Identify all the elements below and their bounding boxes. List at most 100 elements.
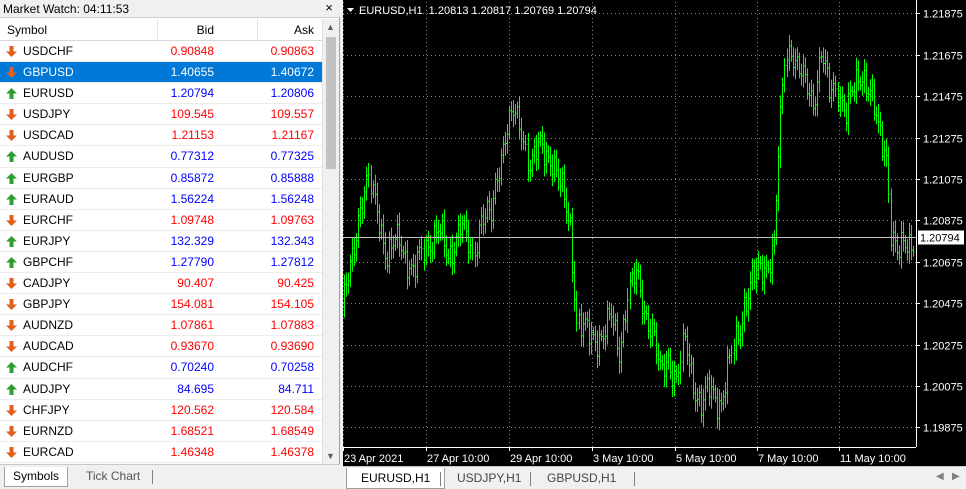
scroll-left-icon[interactable]: ◀ [936, 471, 944, 482]
market-watch-tabs: Symbols Tick Chart [0, 464, 340, 489]
arrow-up-icon [6, 362, 17, 374]
symbol-row[interactable]: GBPUSD 1.40655 1.40672 [0, 62, 322, 84]
symbol-name: AUDNZD [23, 318, 73, 333]
y-tick-label: 1.21675 [923, 51, 963, 63]
ohlc-bar [808, 82, 811, 107]
arrow-down-icon [6, 320, 17, 332]
symbol-row[interactable]: EURCAD 1.46348 1.46378 [0, 442, 322, 463]
symbol-row[interactable]: EURGBP 0.85872 0.85888 [0, 168, 322, 189]
symbol-row[interactable]: AUDNZD 1.07861 1.07883 [0, 315, 322, 337]
ohlc-bar [845, 102, 848, 132]
y-tick-label: 1.19875 [923, 423, 963, 435]
ohlc-bar [820, 51, 823, 64]
ohlc-bar [694, 382, 697, 412]
ohlc-bar [520, 117, 523, 151]
ohlc-bar [488, 191, 491, 220]
symbol-name: CADJPY [23, 276, 71, 291]
symbol-row[interactable]: EURNZD 1.68521 1.68549 [0, 421, 322, 442]
ohlc-bar [900, 220, 903, 269]
ohlc-bar [712, 377, 715, 400]
symbol-row[interactable]: EURJPY 132.329 132.343 [0, 231, 322, 252]
column-divider[interactable] [157, 19, 158, 41]
ohlc-bar [737, 321, 740, 345]
ohlc-bar [565, 187, 568, 224]
ohlc-bar [843, 93, 846, 117]
scroll-right-icon[interactable]: ▶ [952, 471, 960, 482]
ohlc-bar [667, 347, 670, 370]
symbol-name: USDCHF [23, 44, 73, 58]
column-header-bid[interactable]: Bid [197, 23, 214, 37]
ask-price: 0.93690 [270, 339, 314, 354]
symbol-row[interactable]: CADJPY 90.407 90.425 [0, 273, 322, 295]
ohlc-bar [392, 235, 395, 259]
symbol-row[interactable]: GBPCHF 1.27790 1.27812 [0, 252, 322, 274]
bid-price: 1.46348 [170, 444, 214, 459]
ohlc-bar [502, 136, 505, 164]
chart-menu-icon[interactable] [347, 8, 354, 12]
chart-canvas[interactable]: 1.21875 1.21675 1.21475 1.21275 1.21075 1.208… [343, 0, 966, 466]
column-header-ask[interactable]: Ask [294, 23, 314, 37]
ohlc-bar [412, 253, 415, 278]
ohlc-bar [557, 158, 560, 191]
scroll-down-icon[interactable]: ▼ [326, 451, 335, 461]
ohlc-bar [735, 315, 738, 361]
symbol-row[interactable]: USDCHF 0.90848 0.90863 [0, 41, 322, 63]
ohlc-bar [461, 215, 464, 243]
y-tick-label: 1.20475 [923, 299, 963, 311]
ohlc-bar [516, 101, 519, 119]
scroll-up-icon[interactable]: ▲ [326, 22, 335, 32]
symbol-row[interactable]: AUDUSD 0.77312 0.77325 [0, 146, 322, 168]
ohlc-bar [657, 342, 660, 372]
tab-tick-chart[interactable]: Tick Chart [78, 467, 148, 487]
ohlc-bar [553, 149, 556, 183]
ohlc-bar [841, 86, 844, 112]
ask-price: 1.21167 [271, 128, 315, 143]
symbol-row[interactable]: EURCHF 1.09748 1.09763 [0, 210, 322, 231]
ohlc-bar [871, 74, 874, 102]
ohlc-bar [374, 174, 377, 205]
chart-tab-usdjpy[interactable]: USDJPY,H1 [443, 468, 535, 489]
market-watch-title-bar: Market Watch: 04:11:53 × [0, 0, 340, 18]
y-tick-label: 1.20675 [923, 258, 963, 270]
ohlc-bar [718, 389, 721, 431]
scrollbar-thumb[interactable] [326, 37, 336, 169]
ohlc-bar [633, 262, 636, 294]
symbol-row[interactable]: USDCAD 1.21153 1.21167 [0, 125, 322, 147]
arrow-up-icon [6, 383, 17, 395]
symbol-row[interactable]: CHFJPY 120.562 120.584 [0, 400, 322, 421]
symbol-row[interactable]: AUDJPY 84.695 84.711 [0, 379, 322, 400]
ohlc-bar [651, 313, 654, 347]
ohlc-bar [410, 258, 413, 276]
symbol-row[interactable]: EURUSD 1.20794 1.20806 [0, 83, 322, 105]
tab-symbols[interactable]: Symbols [4, 467, 69, 487]
ohlc-bar [512, 99, 515, 128]
symbol-row[interactable]: AUDCHF 0.70240 0.70258 [0, 357, 322, 379]
ohlc-bar [690, 354, 693, 374]
chart-tab-eurusd[interactable]: EURUSD,H1 [346, 468, 446, 489]
ohlc-bar [686, 326, 689, 365]
ohlc-bar [353, 236, 356, 267]
ohlc-bar [865, 62, 868, 102]
ohlc-bar [494, 172, 497, 205]
symbol-row[interactable]: AUDCAD 0.93670 0.93690 [0, 336, 322, 358]
price-chart[interactable]: 1.21875 1.21675 1.21475 1.21275 1.21075 1.208… [343, 0, 966, 466]
symbol-row[interactable]: USDJPY 109.545 109.557 [0, 104, 322, 126]
y-tick-label: 1.20875 [923, 216, 963, 228]
ohlc-bar [492, 190, 495, 229]
ohlc-bar [796, 47, 799, 71]
ohlc-bar [582, 312, 585, 348]
column-divider[interactable] [257, 19, 258, 41]
close-icon[interactable]: × [322, 1, 336, 15]
ohlc-bar [433, 220, 436, 259]
symbol-row[interactable]: EURAUD 1.56224 1.56248 [0, 189, 322, 210]
arrow-down-icon [6, 299, 17, 311]
chart-tab-gbpusd[interactable]: GBPUSD,H1 [533, 468, 630, 489]
symbol-row[interactable]: GBPJPY 154.081 154.105 [0, 294, 322, 316]
ohlc-bar [700, 384, 703, 423]
ohlc-bar [814, 97, 817, 117]
ask-price: 154.105 [270, 297, 314, 312]
column-header-symbol[interactable]: Symbol [7, 23, 47, 37]
ask-price: 0.90863 [270, 44, 314, 58]
vertical-scrollbar[interactable]: ▲ ▼ [322, 19, 339, 464]
ohlc-bar [692, 357, 695, 400]
